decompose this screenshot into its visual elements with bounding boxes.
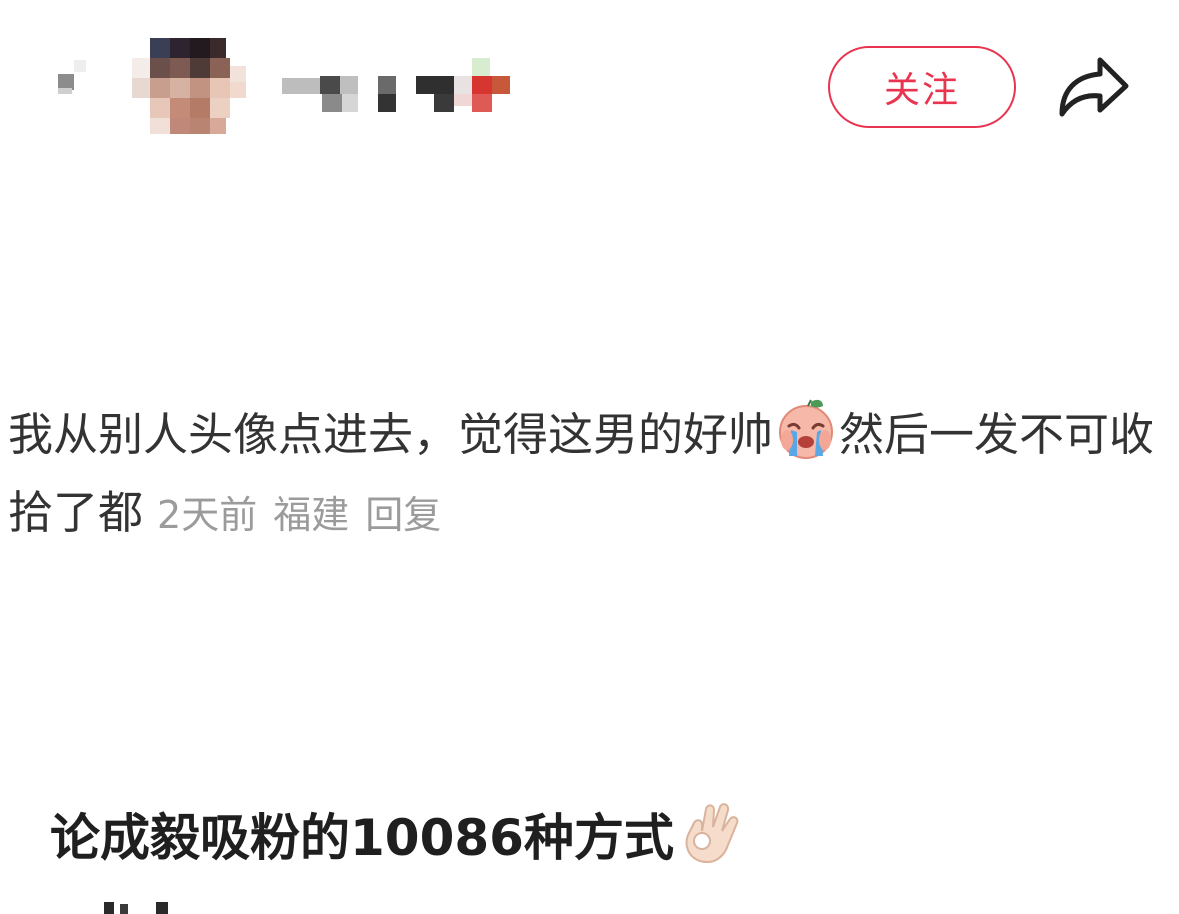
comment-text-part1: 我从别人头像点进去，觉得这男的好帅 [8,408,774,461]
cut-off-text [100,902,190,914]
follow-button-label: 关注 [883,70,960,111]
back-icon[interactable] [48,60,88,100]
comment-meta: 2天前 福建 回复 [157,493,441,537]
follow-button[interactable]: 关注 [828,46,1016,128]
ok-hand-emoji [680,801,742,867]
reply-button[interactable]: 回复 [365,493,441,537]
caption-text: 论成毅吸粉的10086种方式 [50,809,674,867]
post-header: 关注 [0,0,1179,160]
crying-face-emoji [773,396,839,462]
avatar[interactable] [132,38,248,134]
share-arrow-icon[interactable] [1052,50,1132,124]
comment-time: 2天前 [157,493,258,537]
comment-location: 福建 [273,493,350,537]
username[interactable] [282,58,514,114]
post-caption: 论成毅吸粉的10086种方式 [50,800,742,876]
comment-block: 我从别人头像点进去，觉得这男的好帅 然后一发不可收拾了都 2天前 福建 回复 [8,396,1168,554]
